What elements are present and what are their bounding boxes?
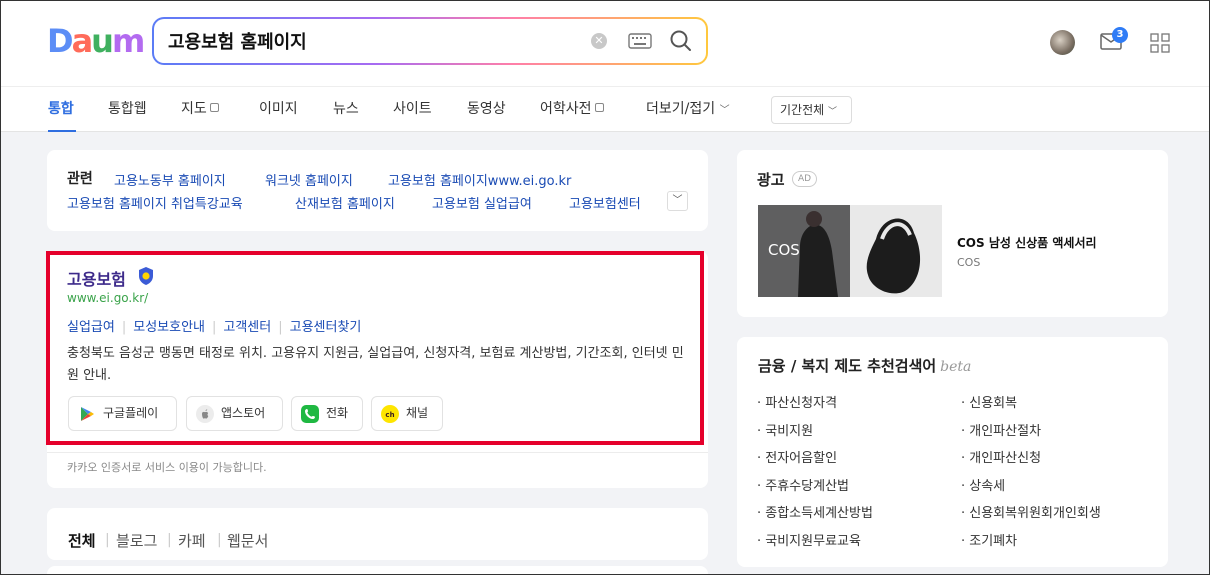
tab-image[interactable]: 이미지: [259, 100, 298, 118]
ad-image-text: COS: [768, 241, 800, 259]
related-link[interactable]: 고용보험센터: [569, 193, 641, 212]
keyword-link[interactable]: · 국비지원무료교육: [757, 530, 861, 549]
divider: |: [167, 532, 172, 548]
top-header: Daum ✕ 3: [0, 0, 1210, 86]
keyword-link[interactable]: · 전자어음할인: [757, 447, 837, 466]
ad-product-link[interactable]: COS 남성 신상품 액세서리: [957, 234, 1097, 251]
ad-brand: COS: [957, 256, 981, 269]
filter-cafe[interactable]: 카페: [178, 530, 206, 551]
keyword-link[interactable]: · 신용회복위원회개인회생: [961, 502, 1101, 521]
clear-icon[interactable]: ✕: [591, 33, 607, 49]
chevron-down-icon: ﹀: [719, 105, 730, 116]
related-link[interactable]: 산재보험 홈페이지: [295, 193, 395, 212]
external-window-icon: [209, 103, 219, 112]
filter-all[interactable]: 전체: [68, 530, 96, 551]
daum-logo[interactable]: Daum: [47, 22, 145, 60]
related-expand-button[interactable]: ﹀: [667, 191, 688, 211]
keyword-link[interactable]: · 개인파산절차: [961, 420, 1041, 439]
divider: [47, 452, 708, 453]
related-link[interactable]: 워크넷 홈페이지: [265, 170, 353, 189]
search-input[interactable]: [168, 19, 568, 63]
filter-blog[interactable]: 블로그: [116, 530, 157, 551]
active-tab-underline: [48, 130, 76, 132]
ad-image-art: COS: [758, 205, 942, 297]
mail-count-badge: 3: [1112, 27, 1128, 43]
keyword-link[interactable]: · 주휴수당계산법: [757, 475, 849, 494]
tab-site[interactable]: 사이트: [393, 100, 432, 118]
kakao-cert-note: 카카오 인증서로 서비스 이용이 가능합니다.: [67, 461, 267, 474]
related-link[interactable]: 고용보험 홈페이지 취업특강교육: [67, 193, 243, 212]
ad-badge: AD: [792, 171, 818, 187]
tab-dictionary[interactable]: 어학사전: [540, 100, 604, 118]
beta-label: beta: [940, 359, 972, 375]
logo-letter-d: D: [47, 22, 74, 60]
related-link[interactable]: 고용보험 홈페이지www.ei.go.kr: [388, 170, 571, 189]
period-filter-label: 기간전체: [780, 103, 825, 117]
ad-product-image[interactable]: COS: [758, 205, 942, 297]
chevron-down-icon: ﹀: [672, 195, 683, 206]
related-link[interactable]: 고용보험 실업급여: [432, 193, 532, 212]
search-box-inner: ✕: [154, 19, 706, 63]
divider: |: [105, 532, 110, 548]
keyword-link[interactable]: · 국비지원: [757, 420, 813, 439]
tab-dictionary-label: 어학사전: [540, 101, 592, 117]
tab-map[interactable]: 지도: [181, 100, 219, 118]
related-label: 관련: [67, 171, 93, 187]
keyword-link[interactable]: · 파산신청자격: [757, 392, 837, 411]
tab-all[interactable]: 통합: [48, 100, 74, 118]
apps-grid-icon[interactable]: [1150, 33, 1170, 53]
finance-title-text: 금융 / 복지 제도 추천검색어: [758, 357, 937, 375]
chevron-down-icon: ﹀: [828, 107, 838, 117]
external-window-icon: [594, 103, 604, 112]
avatar[interactable]: [1050, 30, 1075, 55]
search-box: ✕: [152, 17, 708, 65]
divider: |: [217, 532, 222, 548]
next-card: [47, 566, 708, 575]
result-highlight-box: [46, 251, 704, 445]
keyword-link[interactable]: · 상속세: [961, 475, 1005, 494]
tab-map-label: 지도: [181, 101, 207, 117]
keyword-link[interactable]: · 조기폐차: [961, 530, 1017, 549]
keyword-link[interactable]: · 종합소득세계산방법: [757, 502, 873, 521]
related-searches-card: 관련 고용노동부 홈페이지 워크넷 홈페이지 고용보험 홈페이지www.ei.g…: [47, 150, 708, 231]
keyword-link[interactable]: · 개인파산신청: [961, 447, 1041, 466]
related-link[interactable]: 고용노동부 홈페이지: [114, 170, 226, 189]
finance-title: 금융 / 복지 제도 추천검색어 beta: [758, 355, 971, 376]
tab-more[interactable]: 더보기/접기 ﹀: [646, 100, 730, 120]
tab-more-label: 더보기/접기: [646, 101, 716, 117]
keyword-link[interactable]: · 신용회복: [961, 392, 1017, 411]
logo-letter-m: m: [111, 22, 145, 60]
filter-webdoc[interactable]: 웹문서: [227, 530, 268, 551]
tab-news[interactable]: 뉴스: [333, 100, 359, 118]
period-filter-select[interactable]: 기간전체 ﹀: [771, 96, 852, 124]
ad-card: 광고 AD COS COS 남성 신상품 액세서리 COS: [737, 150, 1168, 317]
tab-video[interactable]: 동영상: [467, 100, 506, 118]
logo-letter-u: u: [91, 22, 114, 60]
keyboard-icon[interactable]: [628, 33, 652, 49]
ad-label: 광고: [757, 171, 785, 189]
tab-web[interactable]: 통합웹: [108, 100, 147, 118]
result-filter-card: 전체 | 블로그 | 카페 | 웹문서: [47, 508, 708, 560]
search-tabs: 통합 통합웹 지도 이미지 뉴스 사이트 동영상 어학사전 더보기/접기 ﹀ 기…: [0, 86, 1210, 132]
finance-keywords-card: 금융 / 복지 제도 추천검색어 beta · 파산신청자격 · 국비지원 · 전…: [737, 337, 1168, 567]
logo-letter-a: a: [71, 22, 94, 60]
search-icon[interactable]: [669, 29, 693, 53]
